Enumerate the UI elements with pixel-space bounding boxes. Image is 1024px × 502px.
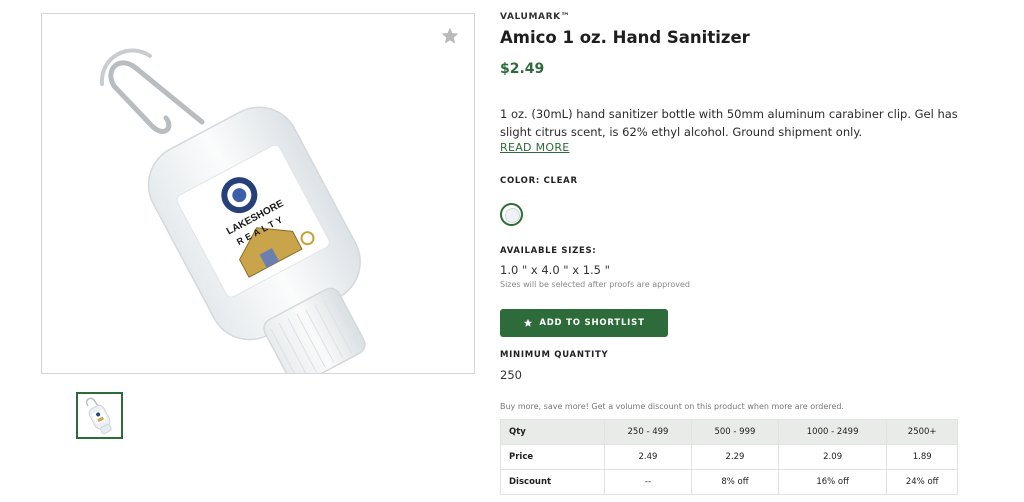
minimum-quantity-value: 250 <box>500 368 522 382</box>
volume-discount-note: Buy more, save more! Get a volume discou… <box>500 402 844 411</box>
table-row: Discount -- 8% off 16% off 24% off <box>500 469 958 495</box>
header-tier-3: 1000 - 2499 <box>777 419 888 445</box>
price-tier-4: 1.89 <box>886 444 958 470</box>
price-tier-3: 2.09 <box>777 444 888 470</box>
product-image-frame: LAKESHORE REALTY <box>41 13 475 374</box>
swatch-fill <box>505 208 520 223</box>
product-thumbnail[interactable] <box>76 392 123 439</box>
color-swatch-clear[interactable] <box>500 203 523 226</box>
sizes-note: Sizes will be selected after proofs are … <box>500 280 690 289</box>
read-more-link[interactable]: READ MORE <box>500 141 570 154</box>
carabiner <box>99 48 205 134</box>
price-tier-2: 2.29 <box>690 444 779 470</box>
discount-tier-3: 16% off <box>777 469 888 495</box>
discount-tier-4: 24% off <box>886 469 958 495</box>
price-tier-1: 2.49 <box>604 444 692 470</box>
product-image: LAKESHORE REALTY <box>99 48 366 373</box>
row-label-discount: Discount <box>500 469 605 495</box>
size-value: 1.0 " x 4.0 " x 1.5 " <box>500 263 610 277</box>
color-label: COLOR: CLEAR <box>500 176 578 186</box>
pricing-header-row: Qty 250 - 499 500 - 999 1000 - 2499 2500… <box>500 419 958 445</box>
product-price: $2.49 <box>500 61 545 77</box>
header-tier-2: 500 - 999 <box>690 419 779 445</box>
table-row: Price 2.49 2.29 2.09 1.89 <box>500 444 958 470</box>
add-to-shortlist-label: ADD TO SHORTLIST <box>539 318 645 328</box>
header-tier-4: 2500+ <box>886 419 958 445</box>
header-qty: Qty <box>500 419 605 445</box>
discount-tier-2: 8% off <box>690 469 779 495</box>
star-icon <box>524 318 533 327</box>
brand-name: VALUMARK™ <box>500 12 571 22</box>
thumbnail-image <box>85 397 112 435</box>
pricing-table: Qty 250 - 499 500 - 999 1000 - 2499 2500… <box>500 419 958 495</box>
row-label-price: Price <box>500 444 605 470</box>
product-title: Amico 1 oz. Hand Sanitizer <box>500 28 750 47</box>
add-to-shortlist-button[interactable]: ADD TO SHORTLIST <box>500 309 668 337</box>
sizes-label: AVAILABLE SIZES: <box>500 246 597 256</box>
favorite-star-icon[interactable] <box>440 26 460 46</box>
header-tier-1: 250 - 499 <box>604 419 692 445</box>
minimum-quantity-label: MINIMUM QUANTITY <box>500 350 609 360</box>
discount-tier-1: -- <box>604 469 692 495</box>
product-description: 1 oz. (30mL) hand sanitizer bottle with … <box>500 107 958 139</box>
